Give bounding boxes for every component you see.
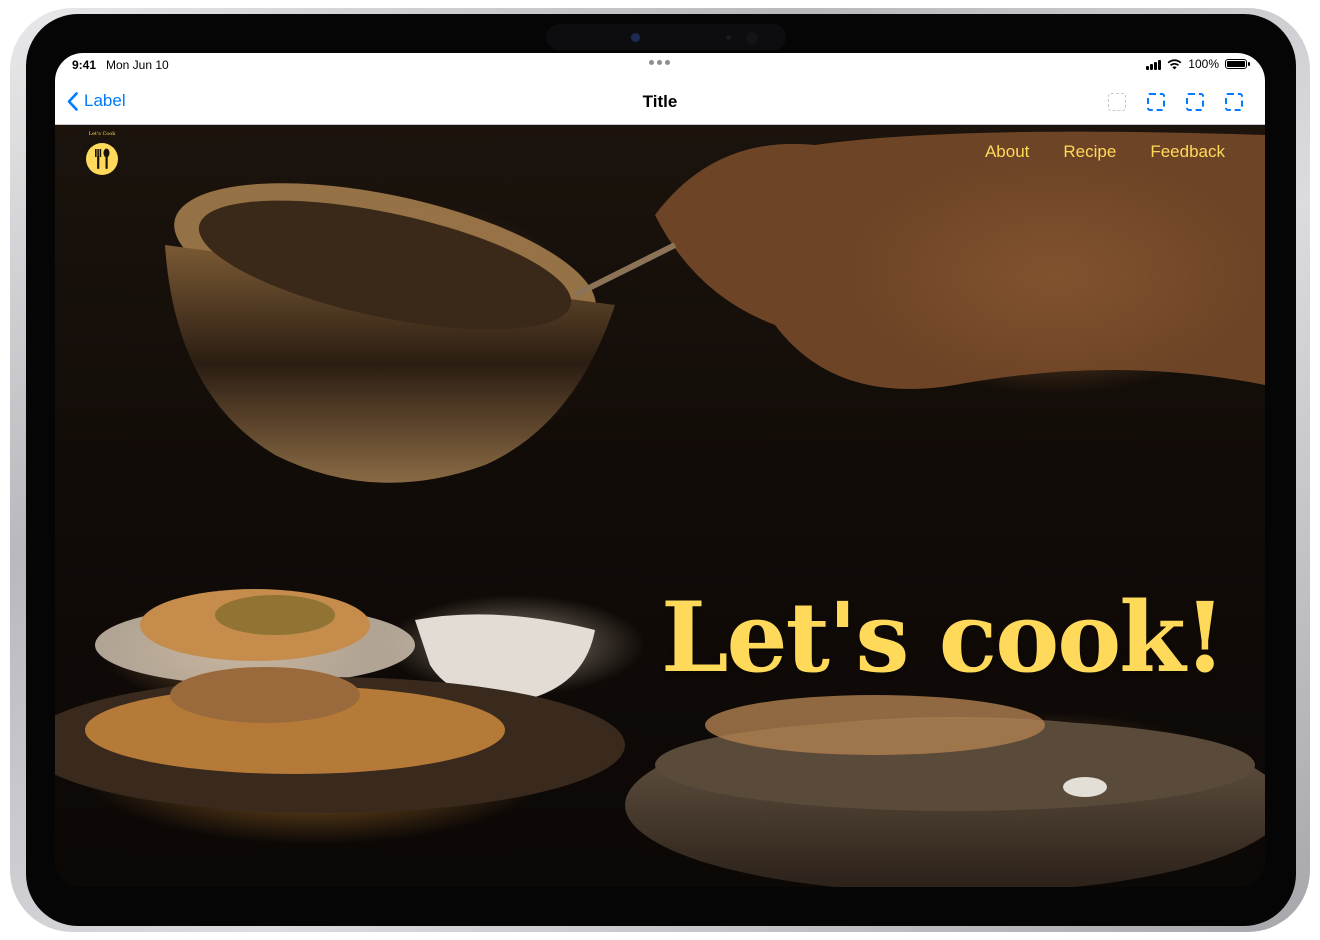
status-date: Mon Jun 10 bbox=[106, 58, 169, 72]
site-logo[interactable]: Let's Cook bbox=[83, 131, 121, 175]
hero-section: Let's Cook About Recipe Feedback Let's c… bbox=[55, 125, 1265, 887]
signal-icon bbox=[1146, 59, 1162, 70]
hero-headline: Let's cook! bbox=[661, 581, 1226, 694]
wifi-icon bbox=[1167, 58, 1182, 69]
status-time: 9:41 bbox=[72, 58, 97, 72]
nav-link-feedback[interactable]: Feedback bbox=[1150, 142, 1225, 162]
placeholder-icon[interactable] bbox=[1225, 93, 1243, 111]
toolbar-icons bbox=[1108, 93, 1243, 111]
screen: 9:41 Mon Jun 10 100% Label Title Let's C… bbox=[55, 53, 1265, 887]
sensor-dot-icon bbox=[726, 35, 731, 40]
battery-icon bbox=[1225, 59, 1250, 69]
status-bar: 9:41 Mon Jun 10 100% bbox=[55, 53, 1265, 77]
site-nav: About Recipe Feedback bbox=[985, 142, 1225, 162]
fork-spoon-icon bbox=[86, 143, 118, 175]
navigation-bar: Label Title bbox=[55, 77, 1265, 125]
placeholder-icon[interactable] bbox=[1186, 93, 1204, 111]
nav-link-recipe[interactable]: Recipe bbox=[1063, 142, 1116, 162]
nav-title: Title bbox=[642, 92, 678, 111]
camera-lens-icon bbox=[631, 33, 640, 42]
logo-text: Let's Cook bbox=[88, 131, 116, 137]
sensor-icon bbox=[746, 32, 758, 44]
battery-percent: 100% bbox=[1188, 57, 1219, 71]
nav-link-about[interactable]: About bbox=[985, 142, 1029, 162]
status-indicators: 100% bbox=[1146, 57, 1250, 71]
multitasking-dots[interactable] bbox=[649, 60, 670, 65]
placeholder-icon[interactable] bbox=[1147, 93, 1165, 111]
placeholder-icon bbox=[1108, 93, 1126, 111]
hero-background-illustration bbox=[55, 131, 1265, 887]
battery-level bbox=[1227, 61, 1245, 67]
camera-housing bbox=[546, 24, 786, 50]
